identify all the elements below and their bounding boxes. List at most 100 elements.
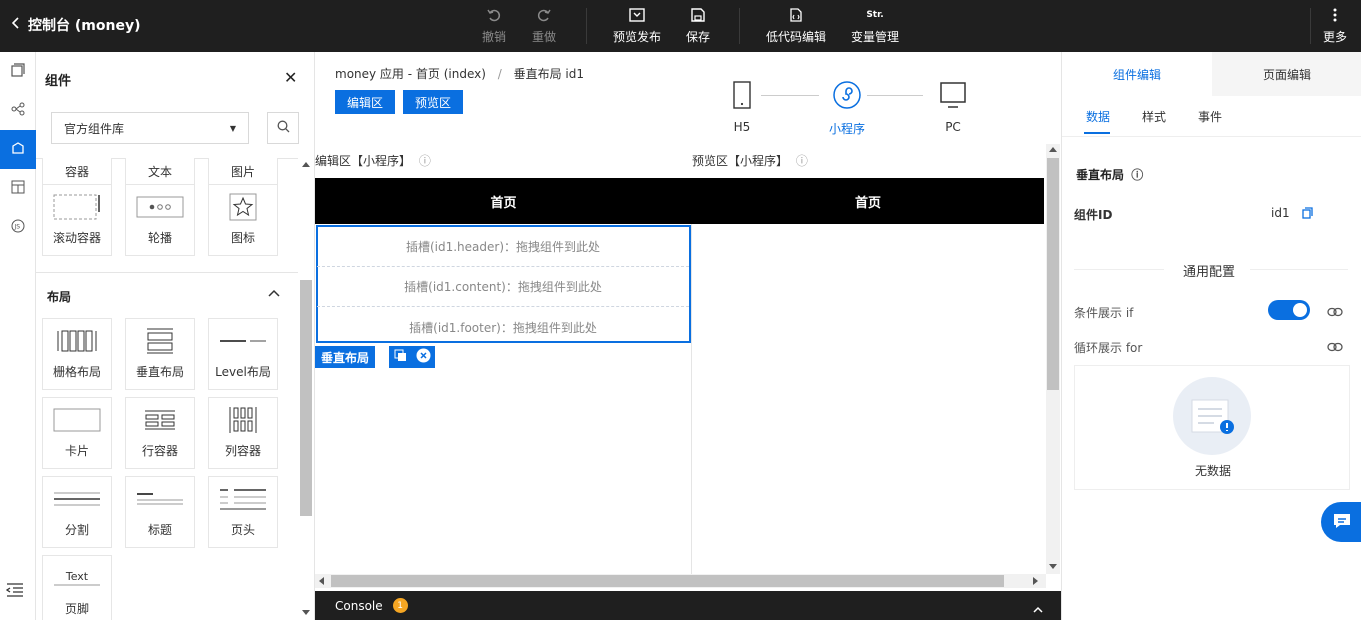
rail-templates[interactable] xyxy=(0,169,36,208)
rail-js[interactable]: JS xyxy=(0,208,36,247)
template-icon xyxy=(11,180,25,197)
copy-icon[interactable] xyxy=(394,349,407,365)
chat-button[interactable] xyxy=(1321,502,1361,542)
component-list: 容器 文本 图片 滚动容器 轮播 图标 布局 栅格布局 垂直布局 Level布局… xyxy=(36,158,298,620)
panel-scrollbar-thumb[interactable] xyxy=(300,280,312,516)
tile-scroll-container[interactable]: 滚动容器 xyxy=(42,184,112,256)
edit-canvas[interactable]: 插槽(id1.header)：拖拽组件到此处 插槽(id1.content)：拖… xyxy=(315,224,692,584)
selected-component-tag[interactable]: 垂直布局 xyxy=(315,346,376,368)
back-to-console-button[interactable]: 控制台 (money) xyxy=(11,15,140,35)
tile-label: 图片 xyxy=(230,165,255,179)
device-miniprogram[interactable]: 小程序 xyxy=(829,80,865,137)
top-toolbar: 控制台 (money) 撤销 重做 预览发布 保存 低代码编辑 Str. 变量管… xyxy=(0,0,1361,52)
tile-heading[interactable]: 标题 xyxy=(125,476,195,548)
rail-tree[interactable] xyxy=(0,91,36,130)
device-label: 小程序 xyxy=(829,122,866,136)
divider-icon xyxy=(54,492,100,506)
slot-footer[interactable]: 插槽(id1.footer)：拖拽组件到此处 xyxy=(317,307,689,347)
subtab-style[interactable]: 样式 xyxy=(1142,108,1166,125)
tile-page-header[interactable]: 页头 xyxy=(208,476,278,548)
property-panel: 组件编辑 页面编辑 数据 样式 事件 垂直布局 ⓘ 组件ID id1 通用配置 … xyxy=(1061,52,1361,620)
tile-page-footer[interactable]: Text 页脚 xyxy=(42,555,112,620)
panel-scrollbar[interactable] xyxy=(299,158,313,620)
tab-page-edit[interactable]: 页面编辑 xyxy=(1212,52,1361,96)
info-icon[interactable]: ⓘ xyxy=(419,154,431,168)
panel-title: 组件 xyxy=(45,74,72,89)
undo-label: 撤销 xyxy=(482,30,507,44)
canvas-horizontal-scrollbar[interactable] xyxy=(315,574,1046,588)
tile-label: 列容器 xyxy=(224,444,261,458)
breadcrumb-app[interactable]: money 应用 - 首页 (index) xyxy=(335,67,486,81)
empty-document-icon xyxy=(1173,377,1251,455)
tile-carousel[interactable]: 轮播 xyxy=(125,184,195,256)
tile-label: 行容器 xyxy=(141,444,178,458)
subtab-data[interactable]: 数据 xyxy=(1086,108,1110,125)
component-name: 垂直布局 ⓘ xyxy=(1076,166,1143,183)
device-pc[interactable]: PC xyxy=(939,80,967,134)
variable-manage-button[interactable]: Str. 变量管理 xyxy=(851,6,899,45)
device-connector xyxy=(761,95,819,96)
close-icon[interactable]: ✕ xyxy=(284,68,297,87)
slot-content[interactable]: 插槽(id1.content)：拖拽组件到此处 xyxy=(317,267,689,307)
preview-page-title: 首页 xyxy=(854,195,881,211)
monitor-icon xyxy=(939,80,967,113)
miniprogram-icon xyxy=(832,80,862,113)
device-h5[interactable]: H5 xyxy=(732,80,752,134)
canvas-vertical-scrollbar[interactable] xyxy=(1046,144,1060,574)
tile-divider[interactable]: 分割 xyxy=(42,476,112,548)
save-label: 保存 xyxy=(686,30,711,44)
active-subtab-indicator xyxy=(1084,132,1110,134)
slot-header[interactable]: 插槽(id1.header)：拖拽组件到此处 xyxy=(317,227,689,267)
delete-circle-icon[interactable] xyxy=(416,348,431,366)
condition-toggle[interactable] xyxy=(1268,300,1310,320)
tile-row-container[interactable]: 行容器 xyxy=(125,397,195,469)
edit-zone-button[interactable]: 编辑区 xyxy=(335,90,396,114)
tile-grid-layout[interactable]: 栅格布局 xyxy=(42,318,112,390)
chevron-left-icon xyxy=(11,17,20,33)
canvas-vscroll-thumb[interactable] xyxy=(1047,158,1059,390)
device-connector xyxy=(867,95,923,96)
redo-button[interactable]: 重做 xyxy=(532,6,556,45)
copy-icon[interactable] xyxy=(1302,207,1313,222)
rail-components[interactable] xyxy=(0,130,36,169)
library-select[interactable]: 官方组件库 ▼ xyxy=(51,112,249,144)
edit-zone-label-text: 编辑区【小程序】 xyxy=(315,154,412,168)
lowcode-edit-button[interactable]: 低代码编辑 xyxy=(766,6,826,45)
tile-card[interactable]: 卡片 xyxy=(42,397,112,469)
save-button[interactable]: 保存 xyxy=(686,6,710,45)
canvas-hscroll-thumb[interactable] xyxy=(331,575,1004,587)
chevron-up-icon[interactable] xyxy=(268,286,280,300)
tab-component-edit[interactable]: 组件编辑 xyxy=(1062,52,1212,96)
link-icon[interactable] xyxy=(1327,341,1343,355)
tile-icon[interactable]: 图标 xyxy=(208,184,278,256)
tile-column-container[interactable]: 列容器 xyxy=(208,397,278,469)
svg-text:JS: JS xyxy=(14,224,21,231)
page-header-icon xyxy=(220,489,266,510)
condition-label: 条件展示 if xyxy=(1074,306,1134,320)
preview-publish-button[interactable]: 预览发布 xyxy=(613,6,661,45)
tile-label: 滚动容器 xyxy=(52,231,101,245)
chevron-up-icon[interactable] xyxy=(1033,602,1043,616)
toggle-knob xyxy=(1293,303,1307,317)
console-bar[interactable]: Console 1 xyxy=(315,591,1061,620)
more-button[interactable]: 更多 xyxy=(1323,6,1347,45)
component-id-value: id1 xyxy=(1271,206,1290,220)
link-icon[interactable] xyxy=(1327,306,1343,320)
tile-vertical-layout[interactable]: 垂直布局 xyxy=(125,318,195,390)
tile-label: 标题 xyxy=(147,523,172,537)
preview-publish-icon xyxy=(629,6,645,24)
subtab-events[interactable]: 事件 xyxy=(1198,108,1222,125)
undo-button[interactable]: 撤销 xyxy=(482,6,506,45)
rail-pages[interactable] xyxy=(0,52,36,91)
info-icon[interactable]: ⓘ xyxy=(796,154,808,168)
collapse-rail-icon[interactable] xyxy=(5,583,24,600)
device-label: H5 xyxy=(733,120,751,134)
save-icon xyxy=(691,6,705,24)
tile-label: 文本 xyxy=(147,165,172,179)
search-button[interactable] xyxy=(267,112,299,144)
selection-actions xyxy=(389,346,435,368)
preview-zone-button[interactable]: 预览区 xyxy=(403,90,464,114)
preview-page-header: 首页 xyxy=(692,178,1044,224)
tile-level-layout[interactable]: Level布局 xyxy=(208,318,278,390)
info-icon[interactable]: ⓘ xyxy=(1131,168,1143,182)
